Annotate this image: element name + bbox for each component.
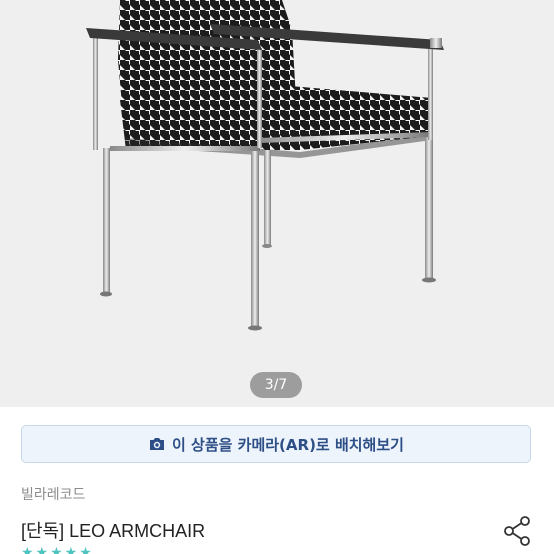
camera-icon (148, 435, 166, 453)
ar-view-button-label: 이 상품을 카메라(AR)로 배치해보기 (172, 435, 404, 454)
share-icon[interactable] (501, 514, 533, 546)
product-title: [단독] LEO ARMCHAIR (21, 521, 206, 541)
brand-name[interactable]: 빌라레코드 (21, 484, 85, 504)
product-image-gallery[interactable]: 3/7 (0, 0, 554, 407)
product-image-armchair (86, 0, 444, 331)
image-page-indicator: 3/7 (250, 372, 302, 398)
ar-view-button[interactable]: 이 상품을 카메라(AR)로 배치해보기 (21, 425, 531, 463)
rating-stars: ★★★★★ (21, 546, 94, 554)
